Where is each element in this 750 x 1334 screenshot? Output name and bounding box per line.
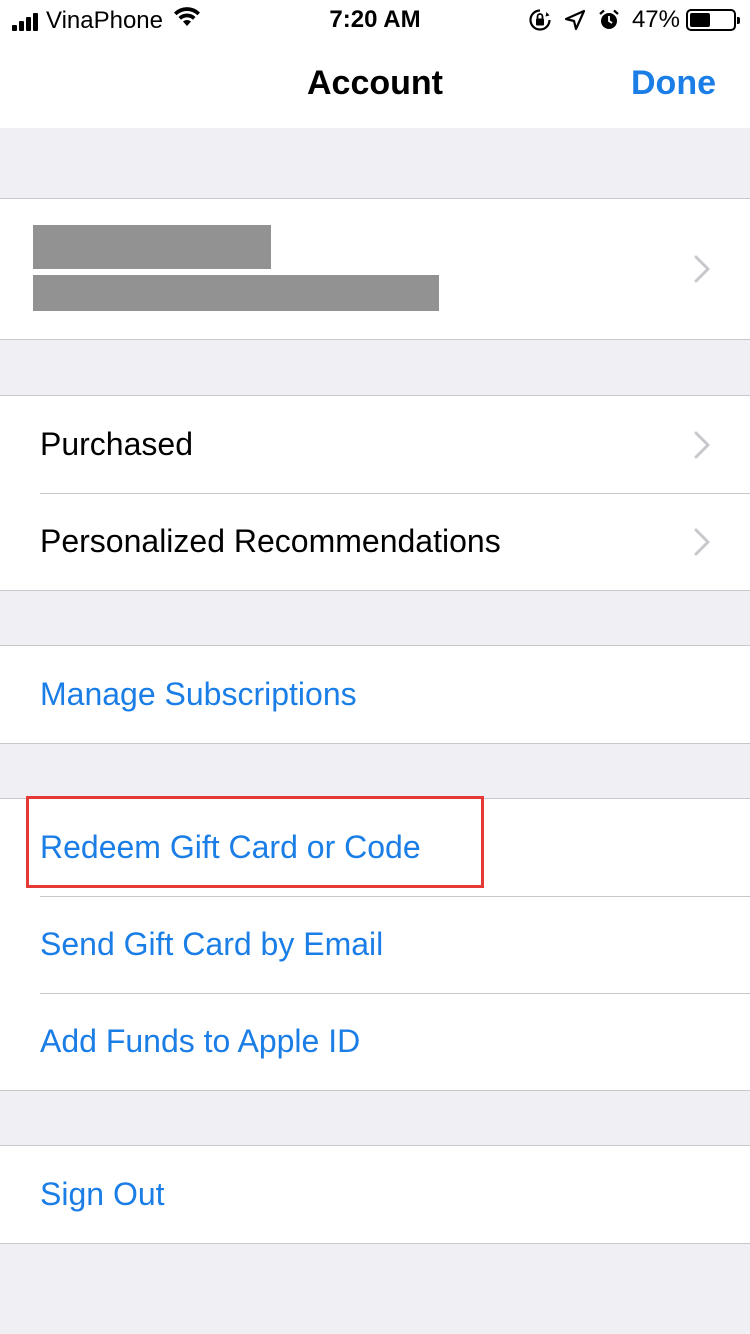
gift-card-group: Redeem Gift Card or Code Send Gift Card … bbox=[0, 798, 750, 1091]
redeem-gift-card-button[interactable]: Redeem Gift Card or Code bbox=[0, 799, 750, 896]
add-funds-button[interactable]: Add Funds to Apple ID bbox=[0, 993, 750, 1090]
personalized-recommendations-label: Personalized Recommendations bbox=[40, 523, 501, 559]
nav-bar: Account Done bbox=[0, 40, 750, 128]
personalized-recommendations-row[interactable]: Personalized Recommendations bbox=[0, 493, 750, 590]
sign-out-group: Sign Out bbox=[0, 1145, 750, 1244]
send-gift-card-label: Send Gift Card by Email bbox=[40, 926, 384, 962]
send-gift-card-button[interactable]: Send Gift Card by Email bbox=[0, 896, 750, 993]
sign-out-label: Sign Out bbox=[40, 1176, 165, 1212]
account-group bbox=[0, 198, 750, 340]
battery-percent: 47% bbox=[631, 6, 680, 33]
chevron-right-icon bbox=[694, 431, 710, 458]
manage-subscriptions-button[interactable]: Manage Subscriptions bbox=[0, 646, 750, 743]
battery-icon bbox=[686, 9, 740, 31]
add-funds-label: Add Funds to Apple ID bbox=[40, 1023, 361, 1059]
alarm-icon bbox=[598, 9, 620, 31]
redacted-name bbox=[33, 225, 271, 269]
sign-out-button[interactable]: Sign Out bbox=[0, 1146, 750, 1243]
battery-level-fill bbox=[690, 13, 710, 27]
subscriptions-group: Manage Subscriptions bbox=[0, 645, 750, 744]
purchased-row[interactable]: Purchased bbox=[0, 396, 750, 493]
redeem-gift-card-label: Redeem Gift Card or Code bbox=[40, 829, 421, 865]
done-button[interactable]: Done bbox=[631, 64, 716, 103]
status-bar: VinaPhone 7:20 AM 47% bbox=[0, 0, 750, 40]
chevron-right-icon bbox=[694, 255, 710, 283]
account-row[interactable] bbox=[0, 199, 750, 339]
orientation-lock-icon bbox=[528, 8, 552, 32]
manage-subscriptions-label: Manage Subscriptions bbox=[40, 676, 357, 712]
purchases-group: Purchased Personalized Recommendations bbox=[0, 395, 750, 591]
purchased-label: Purchased bbox=[40, 426, 193, 462]
status-right: 47% bbox=[516, 6, 740, 34]
chevron-right-icon bbox=[694, 528, 710, 555]
redacted-email bbox=[33, 275, 439, 311]
location-icon bbox=[564, 9, 586, 31]
